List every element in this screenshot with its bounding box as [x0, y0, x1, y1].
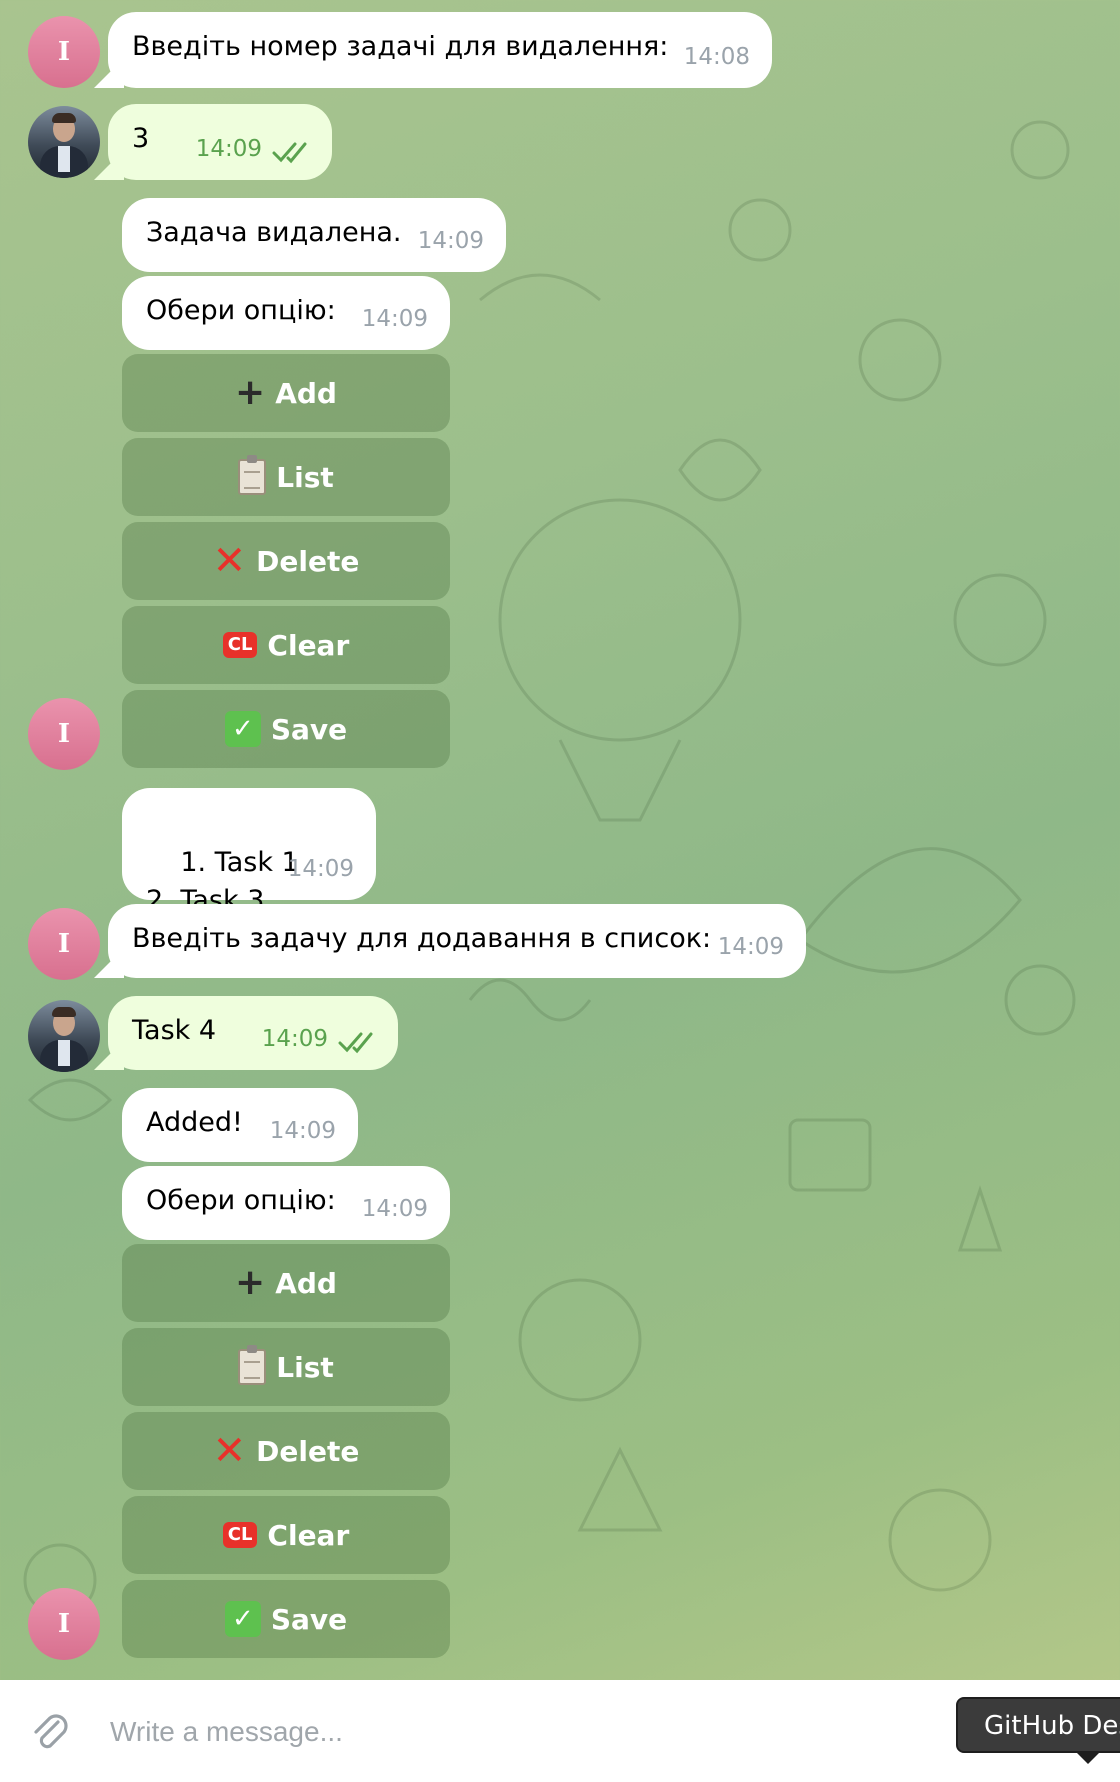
plus-icon: +	[235, 372, 266, 413]
user-avatar[interactable]	[28, 106, 100, 178]
bot-avatar[interactable]: I	[28, 698, 100, 770]
paperclip-icon[interactable]	[28, 1710, 72, 1754]
message-time: 14:09	[717, 934, 784, 960]
tooltip-arrow	[1076, 1752, 1100, 1764]
bot-avatar[interactable]: I	[28, 16, 100, 88]
button-label: Add	[275, 1266, 337, 1300]
plus-icon: +	[235, 1262, 266, 1303]
message-bubble[interactable]: Задача видалена. 14:09	[122, 198, 506, 272]
message-bubble[interactable]: Введіть номер задачі для видалення: 14:0…	[108, 12, 772, 88]
message-bubble[interactable]: Added! 14:09	[122, 1088, 358, 1162]
user-avatar[interactable]	[28, 1000, 100, 1072]
button-label: Add	[275, 376, 337, 410]
button-label: Clear	[267, 1518, 350, 1552]
inline-button-list[interactable]: List	[122, 438, 450, 516]
message-text: Введіть задачу для додавання в список:	[132, 923, 712, 954]
bot-avatar[interactable]: I	[28, 1588, 100, 1660]
inline-button-delete[interactable]: ✕ Delete	[122, 522, 450, 600]
message-bubble[interactable]: Обери опцію: 14:09	[122, 1166, 450, 1240]
button-label: List	[276, 1350, 334, 1384]
message-bubble[interactable]: Обери опцію: 14:09	[122, 276, 450, 350]
inline-button-add[interactable]: + Add	[122, 354, 450, 432]
chat-area[interactable]: I Введіть номер задачі для видалення: 14…	[0, 0, 1120, 1680]
clipboard-icon	[238, 1345, 267, 1385]
message-input[interactable]	[108, 1708, 912, 1756]
message-time: 14:09	[287, 856, 354, 882]
button-label: Delete	[256, 544, 360, 578]
taskbar-tooltip: GitHub Des	[956, 1697, 1120, 1753]
cross-mark-icon: ✕	[212, 1428, 247, 1474]
bot-avatar[interactable]: I	[28, 908, 100, 980]
inline-button-clear[interactable]: CL Clear	[122, 606, 450, 684]
message-time: 14:09	[361, 306, 428, 332]
message-time: 14:09	[417, 228, 484, 254]
clipboard-icon	[238, 455, 267, 495]
message-composer	[0, 1680, 1120, 1782]
inline-button-save[interactable]: ✓ Save	[122, 690, 450, 768]
message-time: 14:08	[683, 44, 750, 70]
message-text: Task 4	[132, 1015, 217, 1046]
message-bubble[interactable]: 1. Task 1 2. Task 3 14:09	[122, 788, 376, 916]
message-time: 14:09	[261, 1026, 328, 1052]
check-mark-button-icon: ✓	[224, 1601, 261, 1637]
message-bubble-outgoing[interactable]: Task 4 14:09	[108, 996, 398, 1070]
message-bubble-outgoing[interactable]: 3 14:09	[108, 104, 332, 180]
inline-button-save[interactable]: ✓ Save	[122, 1580, 450, 1658]
button-label: Save	[270, 712, 348, 746]
inline-button-delete[interactable]: ✕ Delete	[122, 1412, 450, 1490]
cl-button-icon: CL	[222, 1522, 258, 1548]
message-time: 14:09	[269, 1118, 336, 1144]
double-check-icon	[272, 142, 307, 164]
button-label: List	[276, 460, 334, 494]
message-text: Обери опцію:	[146, 1185, 336, 1216]
message-time: 14:09	[195, 136, 262, 162]
message-text: 3	[132, 123, 150, 154]
message-bubble[interactable]: Введіть задачу для додавання в список: 1…	[108, 904, 806, 978]
inline-button-add[interactable]: + Add	[122, 1244, 450, 1322]
button-label: Clear	[267, 628, 350, 662]
message-time: 14:09	[361, 1196, 428, 1222]
message-text: Введіть номер задачі для видалення:	[132, 31, 669, 62]
message-text: Обери опцію:	[146, 295, 336, 326]
cl-button-icon: CL	[222, 632, 258, 658]
inline-button-list[interactable]: List	[122, 1328, 450, 1406]
button-label: Delete	[256, 1434, 360, 1468]
message-text: Задача видалена.	[146, 217, 402, 248]
button-label: Save	[270, 1602, 348, 1636]
inline-button-clear[interactable]: CL Clear	[122, 1496, 450, 1574]
double-check-icon	[338, 1032, 373, 1054]
check-mark-button-icon: ✓	[224, 711, 261, 747]
message-text: Added!	[146, 1107, 243, 1138]
cross-mark-icon: ✕	[212, 538, 247, 584]
